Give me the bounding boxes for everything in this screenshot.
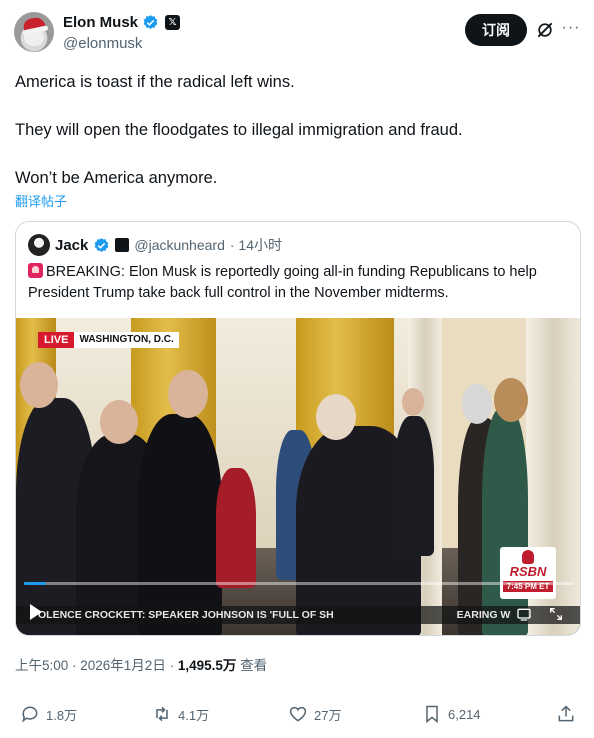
quoted-post[interactable]: Jack @jackunheard · 14小时 BREAKING: Elon … xyxy=(15,221,581,636)
rsbn-logo: RSBN 7:45 PM ET xyxy=(500,547,556,599)
more-icon[interactable]: ··· xyxy=(560,18,582,38)
live-label: LIVE xyxy=(38,332,75,348)
tweet-line: They will open the floodgates to illegal… xyxy=(15,121,463,139)
video-person xyxy=(462,384,492,424)
caption-icon[interactable] xyxy=(516,606,532,622)
video-progress-fill xyxy=(24,582,46,585)
quoted-post-time[interactable]: · 14小时 xyxy=(230,235,282,255)
author-name[interactable]: Elon Musk xyxy=(63,14,138,31)
brand-label: RSBN xyxy=(509,564,547,579)
siren-icon xyxy=(28,263,43,278)
quoted-post-body: BREAKING: Elon Musk is reportedly going … xyxy=(28,264,537,301)
view-count: 1,495.5万 xyxy=(177,658,237,673)
repost-icon xyxy=(156,706,168,722)
video-person xyxy=(494,378,528,422)
bookmark-icon xyxy=(426,705,438,724)
tweet-line: America is toast if the radical left win… xyxy=(15,73,295,91)
author-name-row: Elon Musk 𝕏 xyxy=(63,14,181,31)
video-person xyxy=(482,408,528,635)
share-icon xyxy=(558,705,574,722)
reply-icon xyxy=(22,706,38,723)
video-person xyxy=(168,370,208,418)
tweet-header: Elon Musk 𝕏 @elonmusk 订阅 ··· xyxy=(0,0,594,62)
bookmark-button[interactable]: 6,214 xyxy=(422,704,481,724)
video-person xyxy=(316,394,356,440)
translate-post-link[interactable]: 翻译帖子 xyxy=(15,191,67,210)
video-person xyxy=(138,414,222,635)
affiliate-badge-icon xyxy=(115,238,130,252)
verified-badge-icon xyxy=(95,237,109,252)
ticker-tail: EARING W xyxy=(456,609,511,621)
action-bar: 1.8万 4.1万 27万 6,214 xyxy=(0,702,594,730)
quoted-author-name[interactable]: Jack xyxy=(55,237,88,254)
grok-icon[interactable] xyxy=(535,20,555,40)
author-avatar[interactable] xyxy=(14,12,54,52)
author-handle[interactable]: @elonmusk xyxy=(63,35,142,52)
ticker-text: OLENCE CROCKETT: SPEAKER JOHNSON IS 'FUL… xyxy=(38,609,334,621)
repost-count: 4.1万 xyxy=(178,707,210,723)
reply-button[interactable]: 1.8万 xyxy=(20,704,77,724)
quoted-author-handle[interactable]: @jackunheard xyxy=(134,237,225,253)
quoted-author-avatar[interactable] xyxy=(28,234,50,256)
quoted-post-text: BREAKING: Elon Musk is reportedly going … xyxy=(28,262,573,304)
microphone-icon xyxy=(522,550,534,564)
video-player[interactable]: LIVE WASHINGTON, D.C. RSBN 7:45 PM ET OL… xyxy=(16,318,580,635)
like-count: 27万 xyxy=(314,707,342,723)
live-banner: LIVE WASHINGTON, D.C. xyxy=(38,332,179,348)
play-icon[interactable] xyxy=(30,604,42,620)
verified-badge-icon xyxy=(143,15,158,29)
video-person xyxy=(402,388,424,416)
like-button[interactable]: 27万 xyxy=(288,704,341,724)
subscribe-button[interactable]: 订阅 xyxy=(465,14,527,46)
views-label: 查看 xyxy=(236,658,268,673)
video-person xyxy=(100,400,138,444)
expand-icon[interactable] xyxy=(548,606,564,622)
tweet-line: Won’t be America anymore. xyxy=(15,169,218,187)
x-logo-icon: 𝕏 xyxy=(165,15,181,30)
video-person xyxy=(20,362,58,408)
share-button[interactable] xyxy=(556,704,576,724)
like-icon xyxy=(289,706,307,722)
bookmark-count: 6,214 xyxy=(448,706,481,722)
post-meta: 上午5:00 · 2026年1月2日 · 1,495.5万 查看 xyxy=(15,654,267,674)
post-timestamp[interactable]: 上午5:00 · 2026年1月2日 · xyxy=(15,658,178,673)
quoted-post-header: Jack @jackunheard · 14小时 xyxy=(28,234,282,256)
repost-button[interactable]: 4.1万 xyxy=(152,704,209,724)
location-label: WASHINGTON, D.C. xyxy=(74,332,179,348)
reply-count: 1.8万 xyxy=(46,707,78,723)
video-person xyxy=(216,468,256,588)
news-ticker: OLENCE CROCKETT: SPEAKER JOHNSON IS 'FUL… xyxy=(16,606,580,624)
video-person xyxy=(394,416,434,556)
video-progress-bar[interactable] xyxy=(24,582,574,585)
